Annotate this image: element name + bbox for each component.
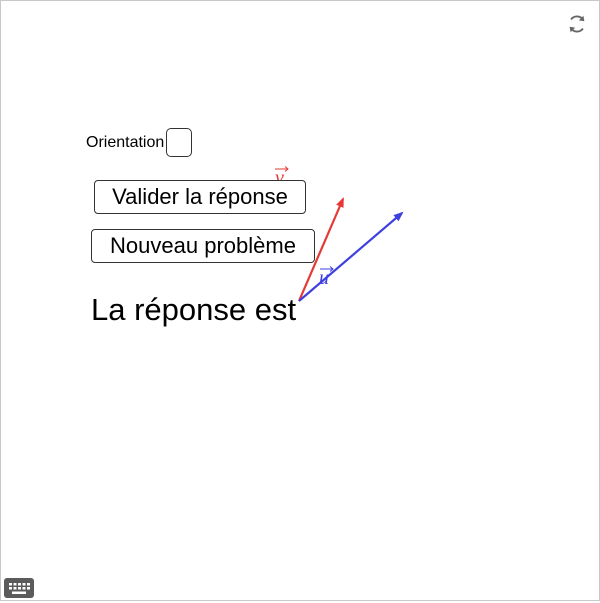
vector-drawing: v u (275, 166, 404, 302)
keyboard-icon (9, 583, 30, 594)
keyboard-button[interactable] (4, 578, 34, 598)
validate-answer-button[interactable]: Valider la réponse (94, 180, 306, 214)
answer-text: La réponse est (91, 292, 297, 327)
new-problem-button[interactable]: Nouveau problème (91, 229, 315, 263)
svg-text:u: u (319, 267, 329, 289)
vector-u-label: u (319, 266, 334, 289)
